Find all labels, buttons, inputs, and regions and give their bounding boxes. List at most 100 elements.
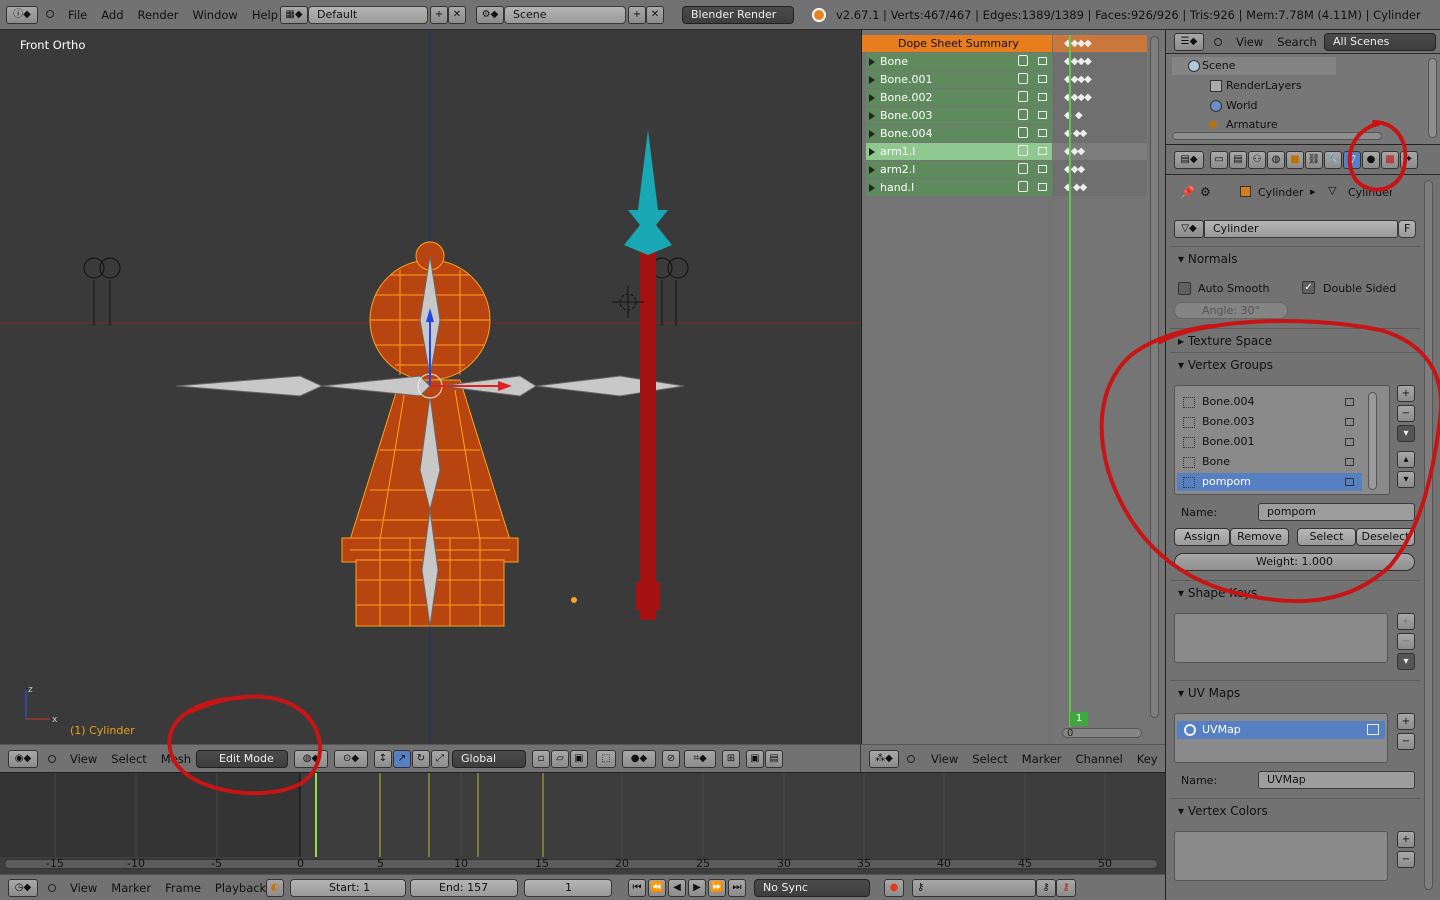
insert-key-icon[interactable]: ⚷ [1036,879,1056,897]
viewport-3d[interactable]: z x Front Ortho (1) Cylinder [0,30,860,744]
layout-add-icon[interactable]: + [430,6,448,24]
keying-icon[interactable]: ◐ [266,879,284,897]
angle-field[interactable]: Angle: 30° [1174,302,1288,319]
render-engine-select[interactable]: Blender Render [682,6,794,24]
vertex-select-icon[interactable]: ▫ [532,750,550,768]
remove-group-icon[interactable]: − [1397,405,1415,422]
outliner-scope-select[interactable]: All Scenes [1324,33,1436,51]
jump-start-icon[interactable]: ⏮ [628,879,646,897]
outliner-area[interactable]: ☰◆ View Search All Scenes Scene RenderLa… [1165,30,1440,144]
shape-specials-icon[interactable]: ▾ [1397,653,1415,670]
lock-icon[interactable] [1038,111,1047,119]
layout-select[interactable]: Default [308,6,428,24]
remove-uv-icon[interactable]: − [1397,733,1415,750]
collapse-icon[interactable] [46,10,54,18]
collapse-icon[interactable] [1214,38,1222,46]
rotate-icon[interactable]: ↻ [412,750,430,768]
menu-view[interactable]: View [70,752,97,766]
lock-icon[interactable] [1345,418,1354,426]
end-frame-field[interactable]: End: 157 [410,879,518,897]
channel-arm2-l[interactable]: arm2.l [866,161,1052,178]
scene-close-icon[interactable]: ✕ [646,6,664,24]
texture-tab-icon[interactable]: ▩ [1381,151,1399,169]
translate-icon[interactable]: ↗ [393,750,411,768]
channel-bone-004[interactable]: Bone.004 [866,125,1052,142]
mode-select[interactable]: Edit Mode [196,750,288,768]
uv-render-icon[interactable] [1367,724,1379,735]
scene-icon[interactable]: ⚙◆ [476,6,504,24]
scene-tab-icon[interactable]: ⚇ [1248,151,1266,169]
editor-type-icon[interactable]: ◉◆ [8,750,38,768]
keyset-icon[interactable]: ⚷ [912,879,1036,897]
constraints-tab-icon[interactable]: ⛓ [1305,151,1323,169]
remove-button[interactable]: Remove [1230,528,1289,546]
assign-button[interactable]: Assign [1174,528,1230,546]
timeline-scrollbar[interactable] [4,859,1158,869]
deselect-button[interactable]: Deselect [1356,528,1415,546]
uv-maps-panel-header[interactable]: ▾ UV Maps [1170,680,1420,703]
remove-shape-key-icon[interactable]: − [1397,633,1415,650]
layout-icon[interactable]: ▦◆ [280,6,308,24]
particles-tab-icon[interactable]: ✦ [1400,151,1418,169]
collapse-icon[interactable] [907,755,915,763]
menu-select[interactable]: Select [111,752,146,766]
add-group-icon[interactable]: + [1397,385,1415,402]
render-icon[interactable]: ▣ [746,750,764,768]
group-specials-icon[interactable]: ▾ [1397,425,1415,442]
record-icon[interactable]: ● [884,879,904,897]
menu-search[interactable]: Search [1277,35,1317,49]
vertex-colors-panel-header[interactable]: ▾ Vertex Colors [1170,798,1420,821]
uv-name-field[interactable]: UVMap [1258,771,1415,789]
pivot-icon[interactable]: ⊙◆ [334,750,368,768]
render-tab-icon[interactable]: ▭ [1210,151,1228,169]
material-tab-icon[interactable]: ● [1362,151,1380,169]
scene-add-icon[interactable]: + [628,6,646,24]
collapse-icon[interactable] [48,755,56,763]
menu-render[interactable]: Render [138,8,179,22]
menu-view[interactable]: View [1236,35,1263,49]
shape-key-list[interactable] [1174,613,1388,663]
menu-add[interactable]: Add [101,8,123,22]
object-tab-icon[interactable]: ■ [1286,151,1304,169]
timeline-area[interactable]: -15 -10 -5 0 5 10 15 20 25 30 35 40 45 5… [0,772,1165,874]
info-editor-icon[interactable]: ⓘ◆ [6,6,38,24]
lock-icon[interactable] [1038,183,1047,191]
render-anim-icon[interactable]: ▤ [765,750,783,768]
snap-element-icon[interactable]: ⌗◆ [684,750,716,768]
menu-help[interactable]: Help [252,8,278,22]
modifiers-tab-icon[interactable]: 🔧 [1324,151,1342,169]
vertex-group-item[interactable]: Bone [1177,453,1362,471]
vertex-group-item-selected[interactable]: pompom [1177,473,1362,491]
outliner-row-armature[interactable]: Armature [1196,117,1376,133]
add-shape-key-icon[interactable]: + [1397,613,1415,630]
group-name-field[interactable]: pompom [1258,503,1415,521]
datablock-browse-icon[interactable]: ▽◆ [1174,220,1204,238]
fake-user-button[interactable]: F [1398,220,1416,238]
double-sided-checkbox[interactable]: ✓ [1302,281,1315,294]
layer-icon[interactable]: ⊞ [722,750,740,768]
mute-icon[interactable] [1018,91,1028,102]
add-uv-icon[interactable]: + [1397,713,1415,730]
mute-icon[interactable] [1018,73,1028,84]
mute-icon[interactable] [1018,127,1028,138]
shape-keys-panel-header[interactable]: ▾ Shape Keys [1170,580,1420,603]
menu-file[interactable]: File [68,8,87,22]
mute-icon[interactable] [1018,181,1028,192]
layout-close-icon[interactable]: ✕ [448,6,466,24]
next-key-icon[interactable]: ⏩ [708,879,726,897]
current-frame-field[interactable]: 1 [524,879,612,897]
menu-key[interactable]: Key [1137,752,1158,766]
edge-select-icon[interactable]: ▱ [551,750,569,768]
mute-icon[interactable] [1018,55,1028,66]
lock-icon[interactable] [1038,165,1047,173]
channel-bone[interactable]: Bone [866,53,1052,70]
lock-icon[interactable] [1345,458,1354,466]
lock-icon[interactable] [1038,129,1047,137]
menu-playback[interactable]: Playback [215,881,266,895]
start-frame-field[interactable]: Start: 1 [290,879,406,897]
editor-type-icon[interactable]: ⁂◆ [869,750,899,768]
dopesheet-summary-row[interactable]: Dope Sheet Summary [862,35,1052,52]
vertex-group-item[interactable]: Bone.001 [1177,433,1362,451]
vertex-color-list[interactable] [1174,831,1388,881]
mute-icon[interactable] [1018,163,1028,174]
